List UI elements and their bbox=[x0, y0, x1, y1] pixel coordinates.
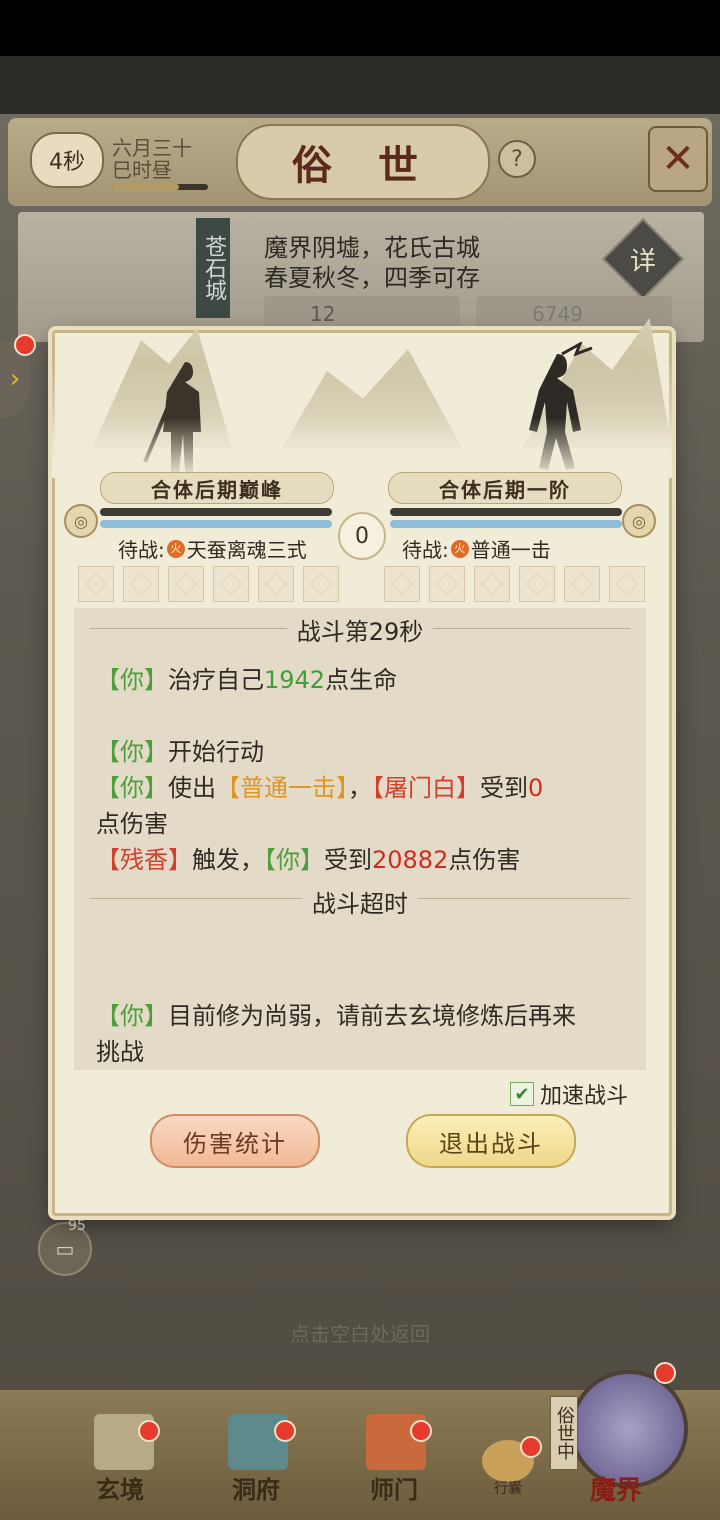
ally-tag: 【你】 bbox=[96, 738, 168, 766]
timeout-text: 战斗超时 bbox=[302, 890, 418, 918]
dismiss-hint[interactable]: 点击空白处返回 bbox=[0, 1318, 720, 1347]
fire-element-icon: 火 bbox=[450, 539, 469, 558]
ally-tag: 【你】 bbox=[96, 774, 168, 802]
fire-element-icon: 火 bbox=[166, 539, 185, 558]
enemy-waiting-skill: 待战: 火 普通一击 bbox=[402, 534, 551, 563]
log-text: 点生命 bbox=[325, 666, 398, 694]
notification-dot bbox=[410, 1420, 432, 1442]
player-skill-slot bbox=[258, 566, 294, 602]
battle-log[interactable]: 战斗第29秒 【你】治疗自己1942点生命 【你】开始行动 【你】使出【普通一击… bbox=[74, 608, 646, 1070]
top-black-bar bbox=[0, 0, 720, 56]
player-waiting-skill: 待战: 火 天蚕离魂三式 bbox=[118, 534, 307, 563]
log-line: 【你】开始行动 bbox=[96, 732, 264, 767]
time-progress-bar bbox=[112, 184, 208, 190]
countdown-timer: 4秒 bbox=[30, 132, 104, 188]
notification-dot bbox=[520, 1436, 542, 1458]
skill-tag: 【普通一击】 bbox=[216, 774, 348, 802]
log-text: 目前修为尚弱，请前去玄境修炼后再来 bbox=[168, 1002, 576, 1030]
chat-count: 95 bbox=[68, 1218, 86, 1234]
detail-label: 详 bbox=[629, 246, 656, 277]
exit-battle-button[interactable]: 退出战斗 bbox=[406, 1114, 576, 1168]
wait-prefix: 待战: bbox=[402, 538, 449, 562]
wait-prefix: 待战: bbox=[118, 538, 165, 562]
timeout-label: 战斗超时 bbox=[74, 884, 646, 919]
log-text: 治疗自己 bbox=[168, 666, 264, 694]
log-text: 开始行动 bbox=[168, 738, 264, 766]
player-rank: 合体后期巅峰 bbox=[100, 472, 334, 504]
enemy-skill-slot bbox=[519, 566, 555, 602]
player-medal-icon[interactable]: ◎ bbox=[64, 504, 98, 538]
help-button[interactable]: ? bbox=[498, 140, 536, 178]
wait-skill: 普通一击 bbox=[470, 538, 551, 562]
player-skill-slot bbox=[168, 566, 204, 602]
log-line: 【你】使出【普通一击】，【屠门白】受到0 bbox=[96, 768, 543, 803]
nav-mojie[interactable]: 魔界 bbox=[590, 1470, 642, 1507]
player-mp-bar bbox=[100, 520, 332, 528]
mist bbox=[52, 418, 672, 478]
player-skill-slot bbox=[303, 566, 339, 602]
ally-tag: 【你】 bbox=[96, 666, 168, 694]
battle-scene bbox=[52, 282, 672, 478]
log-text: 点伤害 bbox=[448, 846, 521, 874]
enemy-skill-slot bbox=[384, 566, 420, 602]
player-hp-bar bbox=[100, 508, 332, 516]
speed-up-label: 加速战斗 bbox=[540, 1084, 629, 1109]
wait-skill: 天蚕离魂三式 bbox=[186, 538, 307, 562]
log-text: 受到 bbox=[480, 774, 528, 802]
time-text: 巳时昼 bbox=[112, 158, 172, 182]
nav-shimen[interactable]: 师门 bbox=[370, 1470, 418, 1505]
nav-xuanjing[interactable]: 玄境 bbox=[96, 1470, 144, 1505]
enemy-skill-tag: 【残香】 bbox=[96, 846, 192, 874]
status-band bbox=[0, 56, 720, 114]
log-section-header-text: 战斗第29秒 bbox=[286, 618, 434, 646]
enemy-skill-slot bbox=[429, 566, 465, 602]
log-line: 挑战 bbox=[96, 1032, 144, 1067]
log-text: 触发， bbox=[192, 846, 264, 874]
log-text: 受到 bbox=[324, 846, 372, 874]
checkbox-icon[interactable]: ✔ bbox=[510, 1082, 534, 1106]
player-skill-slot bbox=[213, 566, 249, 602]
damage-number: 20882 bbox=[372, 846, 449, 874]
enemy-rank: 合体后期一阶 bbox=[388, 472, 622, 504]
player-skill-slot bbox=[78, 566, 114, 602]
enemy-medal-icon[interactable]: ◎ bbox=[622, 504, 656, 538]
close-button[interactable]: ✕ bbox=[648, 126, 708, 192]
enemy-mp-bar bbox=[390, 520, 622, 528]
enemy-tag: 【屠门白】 bbox=[372, 774, 480, 802]
enemy-skill-slot bbox=[474, 566, 510, 602]
page-title: 俗 世 bbox=[236, 124, 490, 200]
notification-dot bbox=[654, 1362, 676, 1384]
ally-tag: 【你】 bbox=[96, 1002, 168, 1030]
damage-stats-button[interactable]: 伤害统计 bbox=[150, 1114, 320, 1168]
log-section-header: 战斗第29秒 bbox=[74, 612, 646, 647]
log-text: 挑战 bbox=[96, 1038, 144, 1066]
enemy-skill-slot bbox=[564, 566, 600, 602]
enemy-skill-slot bbox=[609, 566, 645, 602]
ally-tag: 【你】 bbox=[264, 846, 324, 874]
log-line: 【残香】触发，【你】受到20882点伤害 bbox=[96, 840, 520, 875]
in-world-label: 俗世中 bbox=[550, 1396, 578, 1470]
notification-dot bbox=[138, 1420, 160, 1442]
notification-dot bbox=[14, 334, 36, 356]
time-progress-fill bbox=[112, 184, 180, 190]
round-badge: 0 bbox=[338, 512, 386, 560]
player-skill-slot bbox=[123, 566, 159, 602]
log-line: 点伤害 bbox=[96, 804, 168, 839]
notification-dot bbox=[274, 1420, 296, 1442]
heal-number: 1942 bbox=[264, 666, 326, 694]
nav-dongfu[interactable]: 洞府 bbox=[232, 1470, 280, 1505]
log-text: 使出 bbox=[168, 774, 216, 802]
enemy-hp-bar bbox=[390, 508, 622, 516]
log-line: 【你】治疗自己1942点生命 bbox=[96, 660, 397, 695]
nav-bag[interactable]: 行囊 bbox=[494, 1478, 522, 1498]
log-text: 点伤害 bbox=[96, 810, 168, 838]
log-text: ， bbox=[348, 774, 372, 802]
speed-up-toggle[interactable]: ✔ 加速战斗 bbox=[510, 1078, 628, 1110]
log-line: 【你】目前修为尚弱，请前去玄境修炼后再来 bbox=[96, 996, 576, 1031]
damage-number: 0 bbox=[528, 774, 544, 802]
